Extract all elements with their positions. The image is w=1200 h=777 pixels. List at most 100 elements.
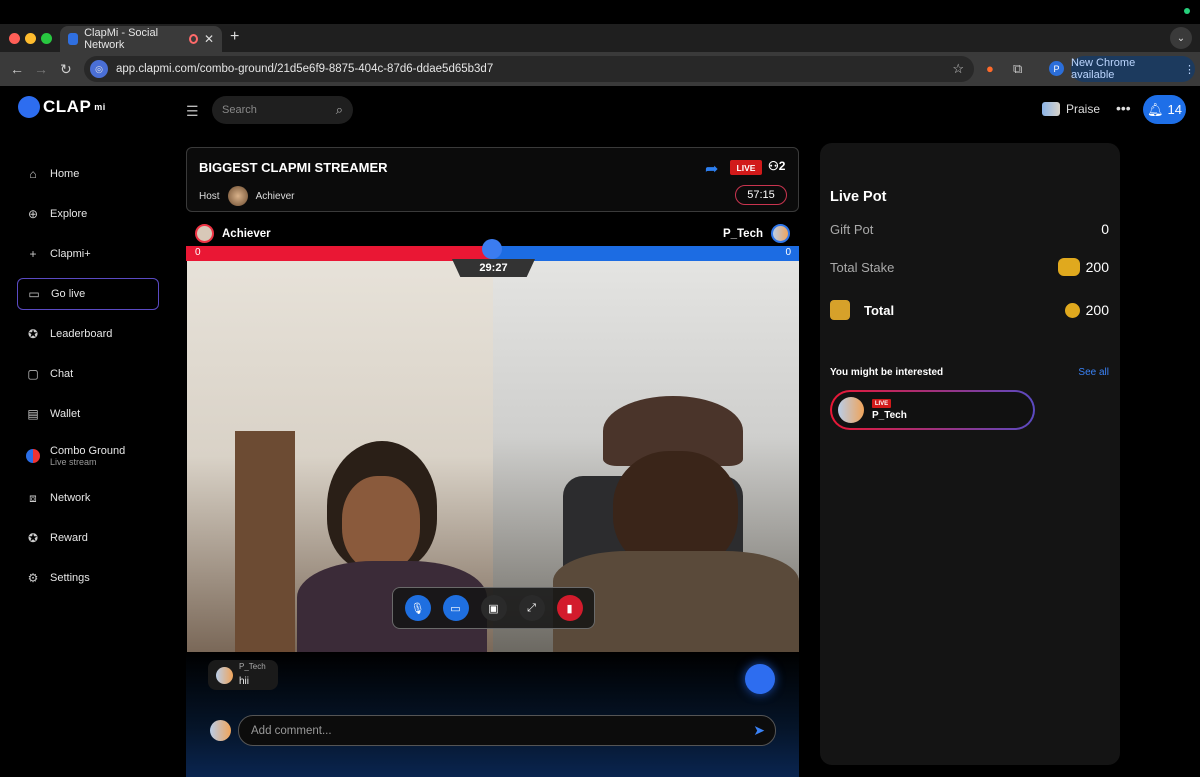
new-chrome-available-button[interactable]: New Chrome available ⋮ <box>1071 56 1195 82</box>
live-pot-panel: Live Pot Gift Pot 0 Total Stake 200 Tota… <box>820 143 1120 765</box>
right-player[interactable]: P_Tech <box>723 224 790 243</box>
microphone-icon[interactable]: 🎙︎ <box>404 595 431 621</box>
sidebar-item-label: Go live <box>51 288 86 300</box>
sidebar-item-label: Home <box>50 168 80 180</box>
new-chrome-label: New Chrome available <box>1071 57 1136 81</box>
total-label: Total <box>864 302 895 318</box>
avatar[interactable] <box>216 666 233 684</box>
minimize-window-button[interactable] <box>25 33 36 44</box>
notifications-button[interactable]: 🔔︎ 14 <box>1143 95 1186 124</box>
status-dot <box>1184 8 1190 14</box>
sidebar-item-label: Network <box>50 492 91 504</box>
host-name[interactable]: Achiever <box>256 191 295 202</box>
sidebar-item-settings[interactable]: ⚙ Settings <box>17 562 159 594</box>
live-badge: LIVE <box>730 160 762 175</box>
clap-hand-icon <box>18 96 40 118</box>
sidebar-item-combo-ground[interactable]: Combo Ground Live stream <box>17 438 159 474</box>
sidebar-item-label: Explore <box>50 208 88 220</box>
bookmark-star-icon[interactable]: ☆ <box>952 61 964 77</box>
user-name: Praise <box>1066 102 1101 116</box>
site-info-icon[interactable]: ◎ <box>90 60 108 78</box>
viewer-count[interactable]: ⚇2 <box>768 159 785 173</box>
sidebar-nav: ⌂ Home ⊕ Explore + Clapmi+ ▭ Go live ✪ Leader… <box>17 158 159 602</box>
total-row: Total 200 <box>830 300 1109 320</box>
tab-search-button[interactable]: ⌄ <box>1170 27 1192 49</box>
sidebar-item-chat[interactable]: ▢ Chat <box>17 358 159 390</box>
more-options-icon[interactable]: ••• <box>1116 100 1131 116</box>
total-stake-value: 200 <box>1085 259 1109 275</box>
sidebar-item-label: Clapmi+ <box>50 248 91 260</box>
interest-heading: You might be interested <box>830 367 944 378</box>
avatar[interactable] <box>227 186 248 206</box>
gift-pot-row: Gift Pot 0 <box>830 221 1109 237</box>
sidebar-item-network[interactable]: ⧈ Network <box>17 482 159 514</box>
coin-icon <box>1064 302 1080 318</box>
user-menu[interactable]: Praise <box>1042 102 1100 116</box>
host-label: Host <box>199 190 220 202</box>
left-player[interactable]: Achiever <box>195 224 271 243</box>
clapmi-favicon-icon <box>68 33 79 45</box>
avatar <box>210 720 231 741</box>
new-tab-button[interactable]: + <box>230 28 239 46</box>
reload-icon[interactable]: ↻ <box>60 61 72 78</box>
sidebar-item-leaderboard[interactable]: ✪ Leaderboard <box>17 318 159 350</box>
video-person-face <box>342 476 420 571</box>
profile-avatar[interactable]: P <box>1049 61 1064 76</box>
trophy-icon <box>830 300 850 320</box>
stream-header: BIGGEST CLAPMI STREAMER Host Achiever ➦ … <box>186 147 799 212</box>
back-icon[interactable]: ← <box>10 61 24 77</box>
host-info: Host Achiever <box>199 186 294 206</box>
clap-button[interactable] <box>745 664 775 694</box>
leave-stream-icon[interactable]: ▮ <box>556 595 583 621</box>
coins-icon <box>1057 258 1080 276</box>
sidebar-item-reward[interactable]: ✪ Reward <box>17 522 159 554</box>
live-pot-title: Live Pot <box>830 189 887 205</box>
stream-timer: 57:15 <box>735 185 787 205</box>
chat-message-user: P_Tech <box>239 661 266 671</box>
left-score-fill <box>186 246 492 261</box>
sidebar-item-wallet[interactable]: ▤ Wallet <box>17 398 159 430</box>
see-all-link[interactable]: See all <box>1078 367 1109 378</box>
sidebar-item-home[interactable]: ⌂ Home <box>17 158 159 190</box>
address-bar[interactable]: ◎ app.clapmi.com/combo-ground/21d5e6f9-8… <box>84 56 974 82</box>
extension-icon[interactable]: ● <box>986 61 994 76</box>
left-player-name: Achiever <box>222 227 271 240</box>
network-icon: ⧈ <box>29 490 37 505</box>
browser-tab[interactable]: ClapMi - Social Network ✕ <box>60 26 222 52</box>
total-stake-row: Total Stake 200 <box>830 258 1109 276</box>
search-icon[interactable]: ⌕ <box>336 102 343 118</box>
camera-icon: ▭ <box>28 287 40 301</box>
comment-input[interactable]: Add comment... ➤ <box>238 715 776 746</box>
logo-text: CLAP <box>43 97 92 116</box>
combo-icon <box>26 449 40 463</box>
more-vert-icon: ⋮ <box>1184 63 1195 76</box>
sidebar-item-clapmi-plus[interactable]: + Clapmi+ <box>17 238 159 270</box>
sidebar-item-explore[interactable]: ⊕ Explore <box>17 198 159 230</box>
send-icon[interactable]: ➤ <box>753 722 765 739</box>
reward-icon: ✪ <box>27 531 39 545</box>
close-window-button[interactable] <box>9 33 20 44</box>
total-stake-label: Total Stake <box>830 259 895 275</box>
video-camera-icon[interactable]: ▭ <box>442 595 469 621</box>
chat-message: P_Tech hii <box>208 660 278 690</box>
screen-share-icon[interactable]: ▣ <box>480 595 507 621</box>
suggested-stream-card[interactable]: LIVE P_Tech <box>830 390 1035 430</box>
extensions-puzzle-icon[interactable]: ⧉ <box>1013 61 1022 77</box>
explore-icon: ⊕ <box>27 207 39 221</box>
clapmi-logo[interactable]: CLAP mi <box>18 96 106 118</box>
chat-area: P_Tech hii Add comment... ➤ <box>186 652 799 777</box>
sidebar-item-go-live[interactable]: ▭ Go live <box>17 278 159 310</box>
avatar <box>1042 102 1060 116</box>
gift-pot-label: Gift Pot <box>830 221 874 237</box>
suggested-streamer-name: P_Tech <box>872 410 907 421</box>
comment-placeholder: Add comment... <box>251 724 332 737</box>
menu-toggle-icon[interactable]: ☰ <box>186 103 199 120</box>
close-tab-icon[interactable]: ✕ <box>204 32 214 46</box>
search-input[interactable]: Search ⌕ <box>212 96 353 124</box>
award-icon: ✪ <box>27 327 39 341</box>
forward-icon[interactable]: → <box>34 61 48 77</box>
fullscreen-icon[interactable]: ⤢ <box>518 595 545 621</box>
right-player-name: P_Tech <box>722 227 763 240</box>
maximize-window-button[interactable] <box>41 33 52 44</box>
share-icon[interactable]: ➦ <box>705 159 718 179</box>
